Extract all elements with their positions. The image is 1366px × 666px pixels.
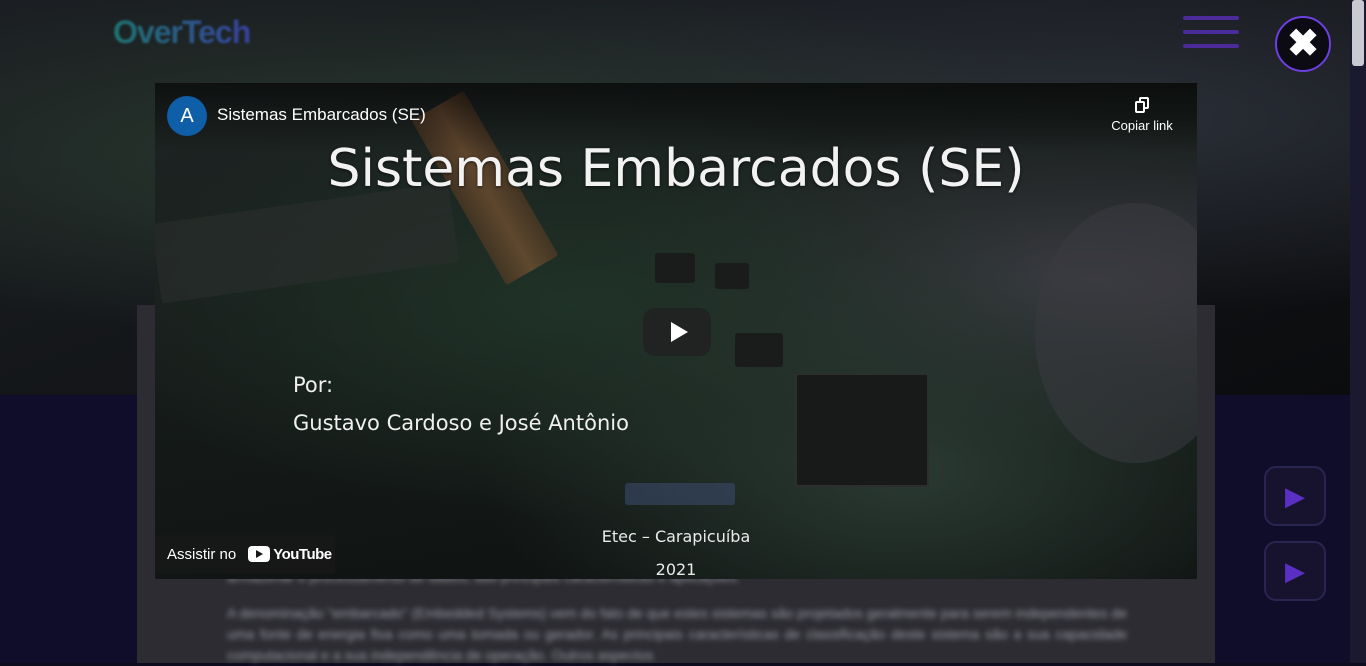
site-logo: OverTech [113,14,251,50]
scrollbar-thumb[interactable] [1352,0,1364,66]
board-slot [155,182,460,304]
side-button-play: ▶ [1264,541,1326,601]
youtube-icon [248,546,271,562]
slide-title: Sistemas Embarcados (SE) [327,139,1025,199]
board-chip [795,373,929,487]
play-button[interactable] [643,308,711,356]
copy-link-label: Copiar link [1111,118,1173,133]
modal-close-button[interactable]: ✖ [1275,16,1331,72]
board-connector [625,483,735,505]
page-scrollbar[interactable] [1350,0,1366,663]
watch-on-youtube-button[interactable]: Assistir no YouTube [155,535,335,573]
board-fan [1035,203,1197,463]
channel-avatar[interactable]: A [167,96,207,136]
board-component [735,333,783,367]
slide-by-label: Por: [293,373,334,397]
close-icon: ✖ [1287,23,1319,65]
video-title-link[interactable]: Sistemas Embarcados (SE) [217,105,426,125]
play-icon: ▶ [1285,555,1305,586]
youtube-wordmark: YouTube [273,545,332,563]
youtube-logo: YouTube [248,545,332,563]
watch-on-label: Assistir no [167,545,237,563]
copy-link-button[interactable]: Copiar link [1107,97,1177,133]
play-icon [670,322,688,342]
hamburger-menu-icon [1183,16,1239,56]
youtube-icon: ▶ [1285,480,1305,511]
background-paragraph-2: A denominação "embarcado" (Embedded Syst… [227,605,1127,663]
board-component [715,263,749,289]
slide-authors: Gustavo Cardoso e José Antônio [293,411,629,435]
video-player[interactable]: A Sistemas Embarcados (SE) Copiar link S… [155,83,1197,579]
board-component [655,253,695,283]
side-button-youtube: ▶ [1264,466,1326,526]
copy-icon [1135,97,1149,113]
